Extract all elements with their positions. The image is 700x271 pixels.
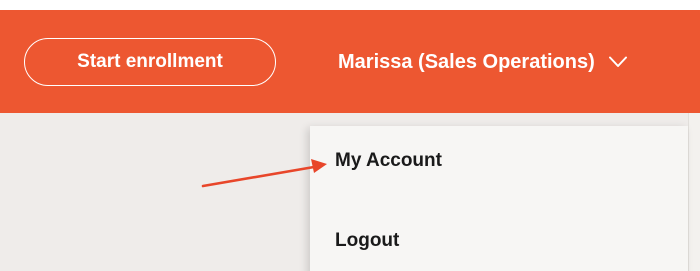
user-menu-label: Marissa (Sales Operations) (338, 50, 595, 73)
menu-item-my-account[interactable]: My Account (335, 150, 442, 172)
page-canvas: Start enrollment Marissa (Sales Operatio… (0, 0, 700, 271)
menu-item-logout[interactable]: Logout (335, 230, 399, 252)
top-strip (0, 0, 700, 10)
dropdown-scroll-edge (688, 113, 700, 271)
user-dropdown-menu: My Account Logout (310, 126, 688, 271)
user-menu-toggle[interactable]: Marissa (Sales Operations) (338, 44, 627, 80)
chevron-down-icon (608, 56, 627, 68)
start-enrollment-button[interactable]: Start enrollment (24, 38, 276, 86)
